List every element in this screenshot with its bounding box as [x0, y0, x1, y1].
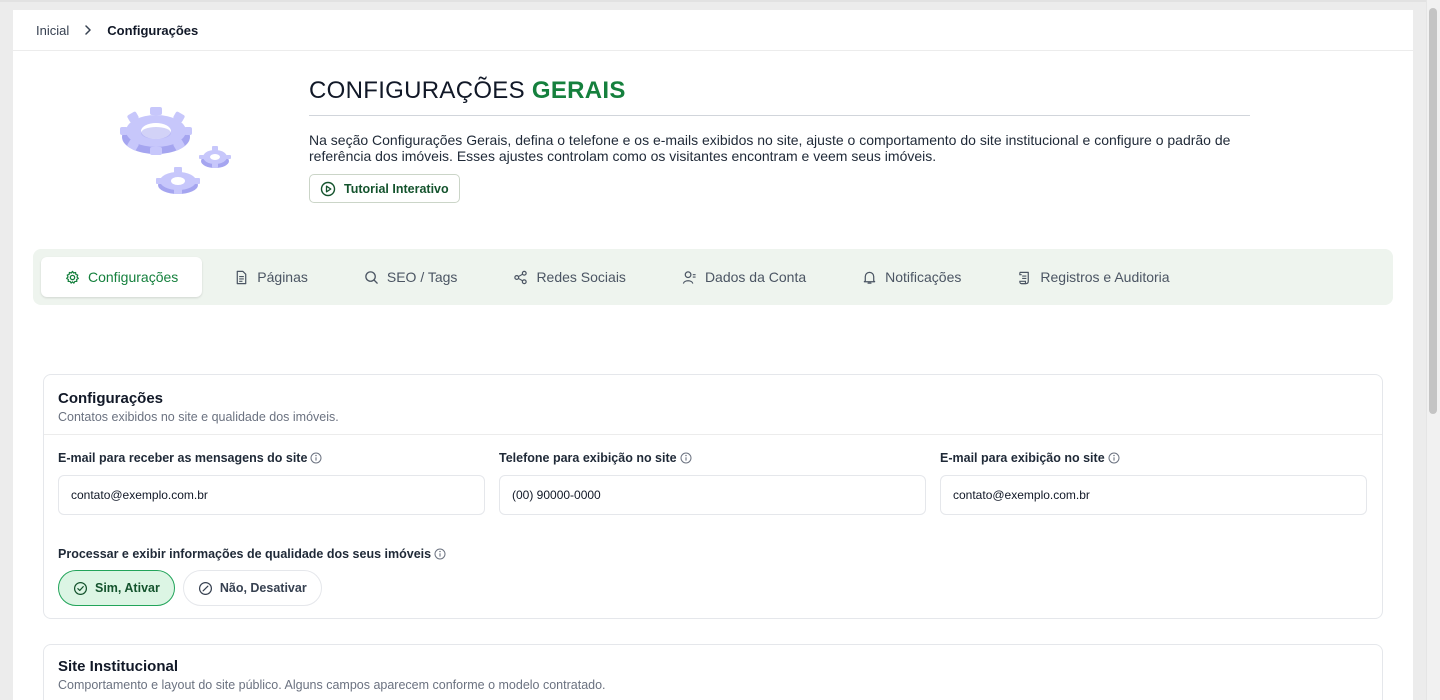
share-icon: [513, 270, 528, 285]
display-phone-input[interactable]: [499, 475, 926, 515]
field-label: E-mail para receber as mensagens do site: [58, 451, 485, 465]
bell-icon: [862, 270, 877, 285]
tab-notificacoes[interactable]: Notificações: [838, 257, 985, 297]
contact-fields: E-mail para receber as mensagens do site…: [44, 435, 1382, 515]
check-circle-icon: [73, 581, 88, 596]
field-label-text: E-mail para receber as mensagens do site: [58, 451, 308, 465]
display-email-input[interactable]: [940, 475, 1367, 515]
tab-label: Redes Sociais: [536, 269, 626, 285]
play-circle-icon: [320, 181, 336, 197]
info-icon[interactable]: [1108, 452, 1120, 464]
disable-quality-label: Não, Desativar: [219, 581, 307, 595]
tab-label: SEO / Tags: [386, 269, 458, 285]
field-label: Telefone para exibição no site: [499, 451, 926, 465]
quality-setting: Processar e exibir informações de qualid…: [44, 515, 1382, 606]
quality-label-text: Processar e exibir informações de qualid…: [58, 547, 432, 561]
field-contact-email: E-mail para receber as mensagens do site: [58, 451, 485, 515]
institutional-card-title: Site Institucional: [58, 658, 179, 675]
scroll-icon: [1017, 270, 1032, 285]
institutional-card-header: Site Institucional Comportamento e layou…: [44, 645, 1382, 700]
disable-quality-button[interactable]: Não, Desativar: [182, 570, 322, 606]
tab-paginas[interactable]: Páginas: [210, 257, 332, 297]
document-icon: [234, 270, 249, 285]
tutorial-button[interactable]: Tutorial Interativo: [309, 174, 460, 203]
field-display-phone: Telefone para exibição no site: [499, 451, 926, 515]
tab-label: Registros e Auditoria: [1040, 269, 1170, 285]
page-scrollbar[interactable]: [1426, 0, 1440, 700]
top-border: [0, 0, 1440, 2]
enable-quality-label: Sim, Ativar: [95, 581, 160, 595]
field-label: E-mail para exibição no site: [940, 451, 1367, 465]
page-container: Inicial Configurações CONFIGURAÇÕES GERA…: [13, 10, 1413, 700]
slash-circle-icon: [198, 581, 213, 596]
tab-label: Notificações: [885, 269, 962, 285]
field-display-email: E-mail para exibição no site: [940, 451, 1367, 515]
field-label-text: E-mail para exibição no site: [940, 451, 1105, 465]
hero-section: CONFIGURAÇÕES GERAIS Na seção Configuraç…: [13, 51, 1413, 249]
page-title: CONFIGURAÇÕES GERAIS: [309, 77, 1250, 116]
breadcrumb: Inicial Configurações: [13, 10, 1413, 51]
tutorial-button-label: Tutorial Interativo: [344, 181, 449, 196]
institutional-site-card: Site Institucional Comportamento e layou…: [43, 644, 1383, 700]
hero-content: CONFIGURAÇÕES GERAIS Na seção Configuraç…: [309, 77, 1250, 203]
info-icon[interactable]: [310, 452, 322, 464]
settings-card: Configurações Contatos exibidos no site …: [43, 374, 1383, 619]
info-icon[interactable]: [434, 548, 446, 560]
gears-illustration-icon: [116, 99, 236, 195]
chevron-right-icon: [83, 25, 93, 35]
user-icon: [682, 270, 697, 285]
quality-choice-group: Sim, Ativar Não, Desativar: [58, 570, 1368, 606]
settings-tabs: Configurações Páginas SEO / Tags Redes S…: [33, 249, 1393, 305]
field-label-text: Telefone para exibição no site: [499, 451, 677, 465]
tab-seo-tags[interactable]: SEO / Tags: [340, 257, 482, 297]
search-icon: [364, 270, 379, 285]
enable-quality-button[interactable]: Sim, Ativar: [58, 570, 175, 606]
contact-email-input[interactable]: [58, 475, 485, 515]
tab-label: Páginas: [257, 269, 308, 285]
info-icon[interactable]: [680, 452, 692, 464]
page-description: Na seção Configurações Gerais, defina o …: [309, 132, 1231, 164]
institutional-card-subtitle: Comportamento e layout do site público. …: [58, 678, 606, 692]
settings-card-subtitle: Contatos exibidos no site e qualidade do…: [58, 410, 339, 424]
settings-card-header: Configurações Contatos exibidos no site …: [44, 375, 1382, 435]
field-label: Processar e exibir informações de qualid…: [58, 547, 1368, 561]
page-title-accent: GERAIS: [531, 77, 626, 104]
breadcrumb-home-link[interactable]: Inicial: [36, 23, 69, 38]
tab-registros-e-auditoria[interactable]: Registros e Auditoria: [993, 257, 1193, 297]
breadcrumb-current: Configurações: [107, 22, 199, 38]
tab-label: Configurações: [88, 269, 179, 285]
tab-redes-sociais[interactable]: Redes Sociais: [489, 257, 650, 297]
settings-card-title: Configurações: [58, 390, 164, 407]
gear-icon: [65, 270, 80, 285]
tab-dados-da-conta[interactable]: Dados da Conta: [658, 257, 830, 297]
scrollbar-thumb[interactable]: [1429, 8, 1437, 414]
tab-configuracoes[interactable]: Configurações: [41, 257, 203, 297]
tab-label: Dados da Conta: [704, 269, 807, 285]
page-title-main: CONFIGURAÇÕES: [309, 77, 525, 104]
